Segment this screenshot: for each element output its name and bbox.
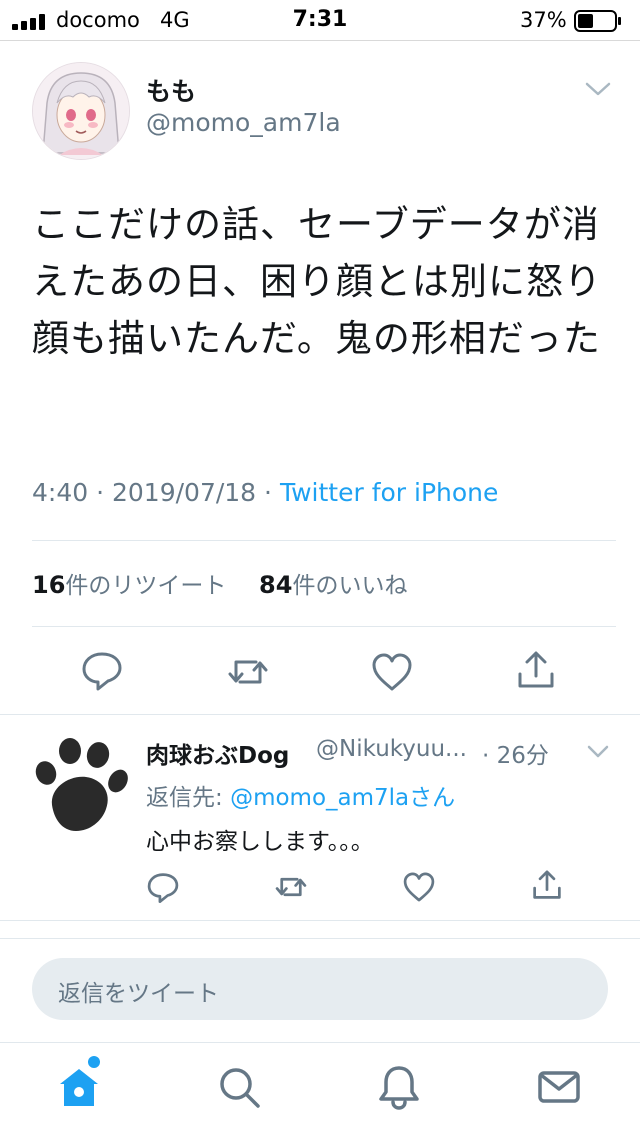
anime-girl-avatar-icon xyxy=(33,63,129,159)
home-icon[interactable] xyxy=(56,1064,102,1110)
retweet-icon[interactable] xyxy=(226,650,270,694)
compose-placeholder: 返信をツイート xyxy=(58,981,219,1007)
user-handle[interactable]: @momo_am7la xyxy=(146,108,341,137)
display-name[interactable]: もも xyxy=(146,72,196,108)
like-icon[interactable] xyxy=(402,870,436,904)
divider xyxy=(32,626,616,627)
like-count-label: 件のいいね xyxy=(292,573,408,599)
status-divider xyxy=(0,40,640,41)
reply-icon[interactable] xyxy=(146,870,180,904)
like-count-link[interactable]: 84件のいいね xyxy=(259,571,408,599)
divider xyxy=(0,938,640,939)
reply-user-handle[interactable]: @Nikukyuu... xyxy=(316,736,467,762)
notification-dot xyxy=(88,1056,100,1068)
retweet-icon[interactable] xyxy=(274,870,308,904)
share-icon[interactable] xyxy=(530,868,564,902)
status-bar: docomo 4G 7:31 37% xyxy=(0,0,640,40)
retweet-count: 16 xyxy=(32,571,66,599)
chevron-down-icon[interactable] xyxy=(584,80,612,98)
reply-icon[interactable] xyxy=(80,648,124,692)
like-count: 84 xyxy=(259,571,293,599)
tweet-source-link[interactable]: Twitter for iPhone xyxy=(280,478,498,507)
meta-separator: · xyxy=(264,478,280,507)
tweet-text: ここだけの話、セーブデータが消えたあの日、困り顔とは別に怒り顔も描いたんだ。鬼の… xyxy=(32,203,602,360)
search-icon[interactable] xyxy=(216,1064,262,1110)
reply-to-mention[interactable]: @momo_am7laさん xyxy=(230,785,455,811)
tab-bar-divider xyxy=(0,1042,640,1043)
paw-avatar-icon[interactable] xyxy=(30,735,130,835)
notifications-icon[interactable] xyxy=(376,1064,422,1110)
messages-icon[interactable] xyxy=(536,1064,582,1110)
like-icon[interactable] xyxy=(370,650,414,694)
reply-time: 26分 xyxy=(496,743,549,769)
tweet-date: 2019/07/18 xyxy=(112,478,257,507)
tweet-meta: 4:40 · 2019/07/18 · Twitter for iPhone xyxy=(32,478,498,507)
chevron-down-icon[interactable] xyxy=(586,744,610,760)
divider xyxy=(0,920,640,921)
engagement-counts: 16件のリツイート 84件のいいね xyxy=(32,566,407,600)
reply-to: 返信先: @momo_am7laさん xyxy=(146,778,455,812)
retweet-count-label: 件のリツイート xyxy=(65,573,227,599)
reply-display-name[interactable]: 肉球おぶDog xyxy=(146,736,289,770)
battery-percent: 37% xyxy=(520,8,567,32)
retweet-count-link[interactable]: 16件のリツイート xyxy=(32,571,227,599)
divider xyxy=(32,540,616,541)
avatar[interactable] xyxy=(32,62,130,160)
tweet-time: 4:40 xyxy=(32,478,89,507)
reply-text: 心中お察しします。。。 xyxy=(146,829,374,855)
reply-timestamp: · 26分 xyxy=(482,736,549,770)
reply-to-label: 返信先: xyxy=(146,785,231,811)
divider xyxy=(0,714,640,715)
meta-separator: · xyxy=(482,743,497,769)
share-icon[interactable] xyxy=(514,648,558,692)
battery-icon xyxy=(574,10,621,32)
meta-separator: · xyxy=(96,478,112,507)
